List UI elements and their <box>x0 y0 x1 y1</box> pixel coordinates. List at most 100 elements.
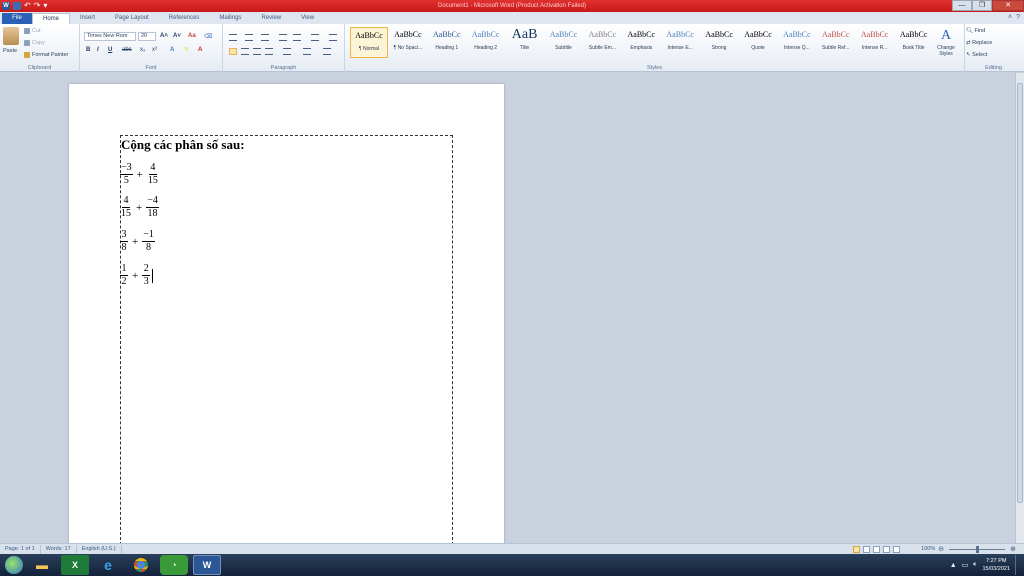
align-right-icon[interactable] <box>253 48 261 55</box>
font-name-select[interactable]: Times New Rom <box>84 32 136 41</box>
scrollbar-thumb[interactable] <box>1017 83 1023 503</box>
maximize-button[interactable]: ❐ <box>972 0 992 11</box>
style-6[interactable]: AaBbCc Subtle Em... <box>583 27 621 58</box>
tab-page-layout[interactable]: Page Layout <box>105 13 159 24</box>
full-screen-reading-view-icon[interactable] <box>863 545 871 553</box>
style-4[interactable]: AaB Title <box>506 27 544 58</box>
clear-formatting-icon[interactable]: ⌫ <box>204 33 212 40</box>
sort-icon[interactable] <box>311 34 319 41</box>
style-10[interactable]: AaBbCc Quote <box>739 27 777 58</box>
language-indicator[interactable]: English (U.S.) <box>77 544 122 554</box>
style-7[interactable]: AaBbCc Emphasis <box>622 27 660 58</box>
style-13[interactable]: AaBbCc Intense R... <box>856 27 894 58</box>
show-formatting-icon[interactable] <box>329 34 337 41</box>
paste-button[interactable]: Paste <box>3 48 17 54</box>
tab-view[interactable]: View <box>291 13 324 24</box>
undo-icon[interactable]: ↶ <box>24 2 31 10</box>
text-effects-icon[interactable]: A <box>170 47 174 53</box>
font-size-select[interactable]: 20 <box>138 32 156 41</box>
change-case-icon[interactable]: Aa <box>188 33 196 39</box>
zoom-slider-knob[interactable] <box>975 545 979 553</box>
zoom-slider[interactable] <box>949 545 1006 553</box>
superscript-button[interactable]: x² <box>152 47 157 53</box>
close-button[interactable]: ✕ <box>992 0 1024 11</box>
change-styles-button[interactable]: A Change Styles <box>932 27 960 57</box>
outline-view-icon[interactable] <box>883 545 891 553</box>
bold-button[interactable]: B <box>86 47 90 53</box>
style-1[interactable]: AaBbCc ¶ No Spaci... <box>389 27 427 58</box>
decrease-indent-icon[interactable] <box>279 34 287 41</box>
style-0[interactable]: AaBbCc ¶ Normal <box>350 27 388 58</box>
volume-icon[interactable]: 🔈︎ <box>973 561 977 569</box>
style-5[interactable]: AaBbCc Subtitle <box>545 27 583 58</box>
chrome-icon[interactable] <box>127 555 155 575</box>
align-left-icon[interactable] <box>229 48 237 55</box>
shrink-font-button[interactable]: A˅ <box>173 33 181 39</box>
style-2[interactable]: AaBbCc Heading 1 <box>428 27 466 58</box>
word-app-icon[interactable]: W <box>2 2 10 10</box>
show-hidden-icons-icon[interactable]: ▲ <box>950 562 957 569</box>
style-14[interactable]: AaBbCc Book Title <box>895 27 933 58</box>
tab-file[interactable]: File <box>2 13 32 24</box>
copy-button[interactable]: Copy <box>24 40 45 46</box>
zoom-level[interactable]: 100% <box>921 546 935 552</box>
increase-indent-icon[interactable] <box>293 34 301 41</box>
tab-references[interactable]: References <box>159 13 210 24</box>
tab-mailings[interactable]: Mailings <box>209 13 251 24</box>
minimize-ribbon-icon[interactable]: ˄ <box>1008 14 1012 21</box>
internet-explorer-icon[interactable]: e <box>94 555 122 575</box>
expression-3[interactable]: 38 + −1 8 <box>119 229 156 254</box>
expression-1[interactable]: −3 5 + 4 15 <box>119 162 160 187</box>
style-9[interactable]: AaBbCc Strong <box>700 27 738 58</box>
green-app-icon[interactable]: ◔ <box>160 555 188 575</box>
customize-qat-icon[interactable]: ▾ <box>43 2 47 10</box>
page-count[interactable]: Page: 1 of 1 <box>0 544 41 554</box>
document-heading[interactable]: Cộng các phân số sau: <box>121 137 245 153</box>
redo-icon[interactable]: ↷ <box>34 2 41 10</box>
tab-home[interactable]: Home <box>32 13 71 24</box>
strikethrough-button[interactable]: abc <box>122 47 132 53</box>
multilevel-list-icon[interactable] <box>261 34 269 41</box>
numbering-icon[interactable] <box>245 34 253 41</box>
tab-review[interactable]: Review <box>251 13 291 24</box>
clock[interactable]: 7:27 PM 15/03/2021 <box>982 557 1010 573</box>
font-color-icon[interactable]: A <box>198 47 202 53</box>
word-count[interactable]: Words: 17 <box>41 544 77 554</box>
underline-button[interactable]: U <box>108 47 112 53</box>
style-3[interactable]: AaBbCc Heading 2 <box>467 27 505 58</box>
style-8[interactable]: AaBbCc Intense E... <box>661 27 699 58</box>
print-layout-view-icon[interactable] <box>853 545 861 553</box>
network-icon[interactable]: ▭ <box>962 561 969 569</box>
borders-icon[interactable] <box>323 48 331 55</box>
tab-insert[interactable]: Insert <box>70 13 105 24</box>
zoom-in-icon[interactable]: ⊕ <box>1010 545 1016 553</box>
bullets-icon[interactable] <box>229 34 237 41</box>
file-explorer-icon[interactable]: ▬ <box>28 555 56 575</box>
word-taskbar-icon[interactable]: W <box>193 555 221 575</box>
zoom-out-icon[interactable]: ⊖ <box>938 545 944 553</box>
style-11[interactable]: AaBbCc Intense Q... <box>778 27 816 58</box>
select-button[interactable]: ↖ Select <box>966 52 987 58</box>
find-button[interactable]: 🔍︎ Find <box>966 28 985 34</box>
grow-font-button[interactable]: A˄ <box>160 33 168 39</box>
show-desktop-button[interactable] <box>1015 555 1020 575</box>
italic-button[interactable]: I <box>97 47 99 53</box>
highlight-icon[interactable]: ✎ <box>184 46 189 53</box>
line-spacing-icon[interactable] <box>283 48 291 55</box>
expression-4[interactable]: 12 + 23 <box>119 263 154 288</box>
format-painter-button[interactable]: Format Painter <box>24 52 68 58</box>
align-center-icon[interactable] <box>241 48 249 55</box>
expression-2[interactable]: 4 15 + −4 18 <box>119 195 160 220</box>
replace-button[interactable]: ⇄ Replace <box>966 40 992 46</box>
vertical-scrollbar[interactable] <box>1015 73 1024 543</box>
save-icon[interactable] <box>13 2 21 10</box>
web-layout-view-icon[interactable] <box>873 545 881 553</box>
excel-icon[interactable]: X <box>61 555 89 575</box>
start-button[interactable] <box>5 556 23 574</box>
shading-icon[interactable] <box>303 48 311 55</box>
justify-icon[interactable] <box>265 48 273 55</box>
minimize-button[interactable]: — <box>952 0 972 11</box>
help-icon[interactable]: ? <box>1016 14 1020 21</box>
draft-view-icon[interactable] <box>893 545 901 553</box>
style-12[interactable]: AaBbCc Subtle Ref... <box>817 27 855 58</box>
